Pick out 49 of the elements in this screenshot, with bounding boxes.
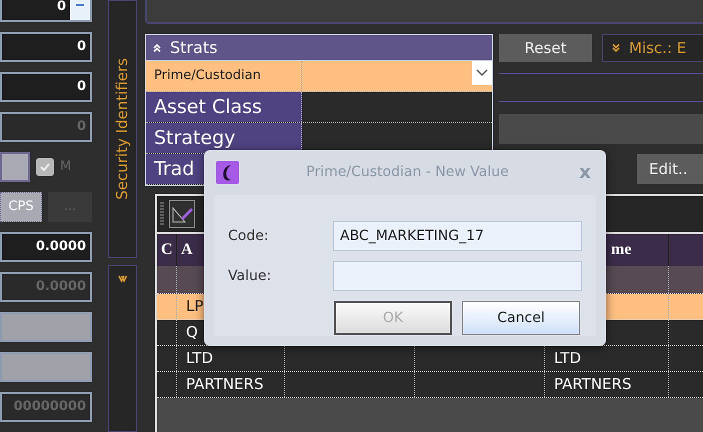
side-tab[interactable]: Security Identifiers bbox=[108, 0, 136, 258]
field-value: 0 bbox=[56, 0, 66, 16]
reset-button[interactable]: Reset bbox=[499, 34, 592, 62]
field-value: 0.0000 bbox=[36, 238, 86, 256]
toggle-button[interactable] bbox=[0, 152, 30, 182]
input-field[interactable] bbox=[0, 312, 92, 342]
field-value: 0 bbox=[76, 118, 86, 136]
dropdown-icon[interactable] bbox=[472, 61, 492, 85]
panel-title: Strats bbox=[170, 36, 218, 58]
ruler-pencil-icon[interactable] bbox=[169, 200, 195, 228]
grid-row[interactable]: PARTNERS PARTNERS bbox=[157, 372, 703, 398]
column-header[interactable]: A bbox=[181, 238, 193, 262]
table-cell-text: PARTNERS bbox=[554, 374, 632, 396]
input-field[interactable] bbox=[0, 352, 92, 382]
input-field[interactable]: 0 bbox=[0, 32, 92, 62]
dialog-title: Prime/Custodian - New Value bbox=[305, 163, 510, 182]
field-value: 0 bbox=[76, 78, 86, 96]
table-cell-text: Q bbox=[186, 322, 198, 344]
input-field[interactable] bbox=[333, 261, 582, 291]
strats-row[interactable]: Asset Class bbox=[146, 92, 492, 123]
field-label: Code: bbox=[228, 226, 270, 246]
input-field[interactable]: ABC_MARKETING_17 bbox=[333, 221, 582, 251]
field-value: 00000000 bbox=[14, 398, 86, 416]
checkbox[interactable] bbox=[36, 158, 54, 176]
input-field[interactable]: 0.0000 bbox=[0, 232, 92, 262]
edit-button[interactable]: Edit.. bbox=[637, 154, 703, 184]
grip-icon bbox=[159, 201, 165, 227]
column-header[interactable]: me bbox=[611, 238, 632, 262]
field-value: 0.0000 bbox=[36, 278, 86, 296]
side-tab-label: Security Identifiers bbox=[112, 58, 132, 200]
input-field[interactable]: 0 bbox=[0, 72, 92, 102]
misc-panel[interactable]: Misc.: E bbox=[602, 34, 703, 62]
checkbox-label: M bbox=[60, 158, 72, 176]
misc-label: Misc.: E bbox=[629, 38, 686, 59]
table-cell-text: LP bbox=[186, 296, 204, 318]
check-icon bbox=[39, 161, 51, 173]
field-value: 0 bbox=[76, 38, 86, 56]
table-cell-text: LTD bbox=[554, 348, 582, 370]
input-field[interactable]: 0 bbox=[0, 0, 92, 22]
column-header[interactable]: C bbox=[161, 238, 173, 262]
dialog-button[interactable]: Cancel bbox=[462, 301, 580, 335]
field-label: Value: bbox=[228, 266, 272, 286]
strats-header[interactable]: Strats bbox=[146, 35, 492, 61]
app-logo-icon bbox=[216, 161, 239, 184]
strats-row[interactable]: Prime/Custodian bbox=[146, 61, 492, 92]
table-cell-text: PARTNERS bbox=[186, 374, 264, 396]
grid-row[interactable]: LTD LTD bbox=[157, 346, 703, 372]
table-cell-text: LTD bbox=[186, 348, 214, 370]
spinner-icon[interactable] bbox=[70, 0, 90, 20]
